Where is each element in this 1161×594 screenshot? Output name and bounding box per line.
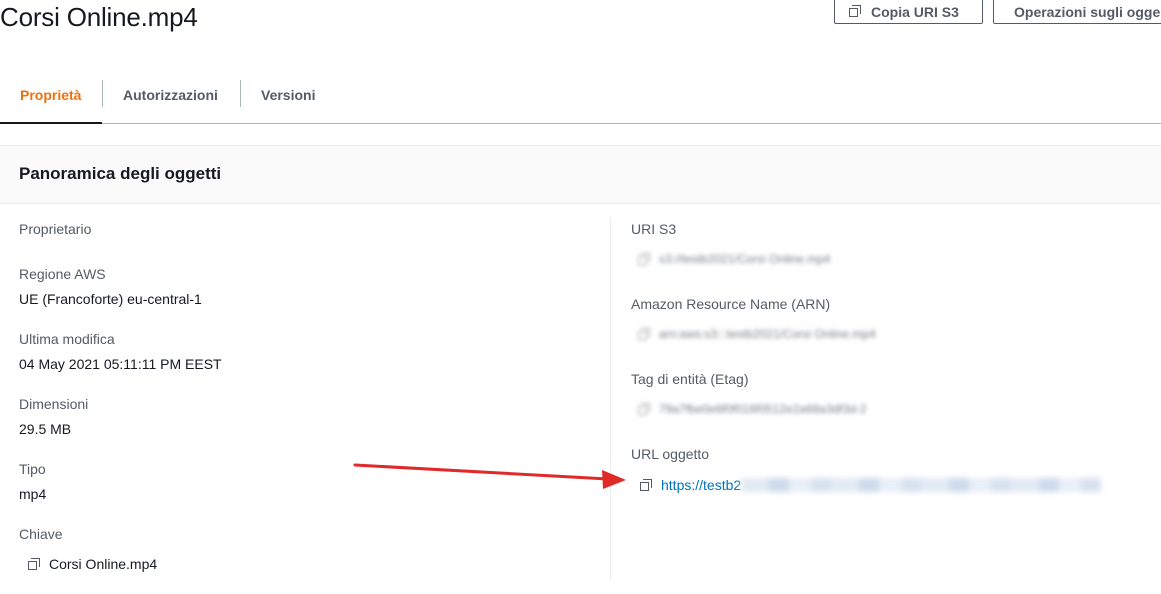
size-value: 29.5 MB — [19, 421, 72, 437]
last-modified-label: Ultima modifica — [19, 331, 115, 347]
region-value: UE (Francoforte) eu-central-1 — [19, 291, 202, 307]
s3-uri-label: URI S3 — [631, 221, 677, 237]
panel-title: Panoramica degli oggetti — [19, 164, 222, 183]
key-value-row: Corsi Online.mp4 — [28, 556, 157, 572]
red-arrow-annotation — [353, 463, 626, 489]
copy-icon[interactable] — [28, 557, 41, 571]
arn-label: Amazon Resource Name (ARN) — [631, 296, 831, 312]
owner-label: Proprietario — [19, 221, 92, 237]
key-value: Corsi Online.mp4 — [49, 556, 158, 572]
s3-uri-value: s3://testb2021/Corsi Online.mp4 — [659, 252, 831, 266]
arn-value: arn:aws:s3:::testb2021/Corsi Online.mp4 — [659, 327, 876, 341]
object-actions-label: Operazioni sugli ogge — [1014, 3, 1161, 20]
panel-header: Panoramica degli oggetti — [0, 145, 1161, 204]
arn-row: arn:aws:s3:::testb2021/Corsi Online.mp4 — [638, 327, 876, 341]
object-url-row: https://testb2 — [640, 477, 1102, 493]
type-value: mp4 — [19, 486, 47, 502]
object-url-link[interactable]: https://testb2 — [661, 477, 741, 493]
copy-icon — [849, 5, 862, 18]
copy-icon[interactable] — [638, 402, 651, 416]
object-url-label: URL oggetto — [631, 446, 710, 462]
key-label: Chiave — [19, 526, 63, 542]
copy-icon[interactable] — [638, 327, 651, 341]
etag-value: 79a7fbe0e6f0f016f0512e2a68a3df3d-2 — [659, 402, 867, 416]
tab-permissions[interactable]: Autorizzazioni — [103, 66, 240, 123]
copy-icon[interactable] — [640, 478, 653, 492]
tab-bar: Proprietà Autorizzazioni Versioni — [0, 66, 1161, 124]
copy-s3-uri-label: Copia URI S3 — [871, 3, 959, 20]
last-modified-value: 04 May 2021 05:11:11 PM EEST — [19, 356, 222, 372]
s3-uri-row: s3://testb2021/Corsi Online.mp4 — [638, 252, 830, 266]
object-actions-button[interactable]: Operazioni sugli ogge — [993, 0, 1161, 24]
etag-row: 79a7fbe0e6f0f016f0512e2a68a3df3d-2 — [638, 402, 867, 416]
copy-s3-uri-button[interactable]: Copia URI S3 — [834, 0, 983, 24]
column-divider — [610, 218, 611, 580]
size-label: Dimensioni — [19, 396, 89, 412]
tab-properties[interactable]: Proprietà — [0, 66, 102, 124]
region-label: Regione AWS — [19, 266, 106, 282]
page-title: Corsi Online.mp4 — [0, 2, 198, 32]
etag-label: Tag di entità (Etag) — [631, 371, 749, 387]
redacted-url-blur — [741, 478, 1102, 492]
tab-versions[interactable]: Versioni — [241, 66, 335, 123]
copy-icon[interactable] — [638, 252, 651, 266]
type-label: Tipo — [19, 461, 46, 477]
